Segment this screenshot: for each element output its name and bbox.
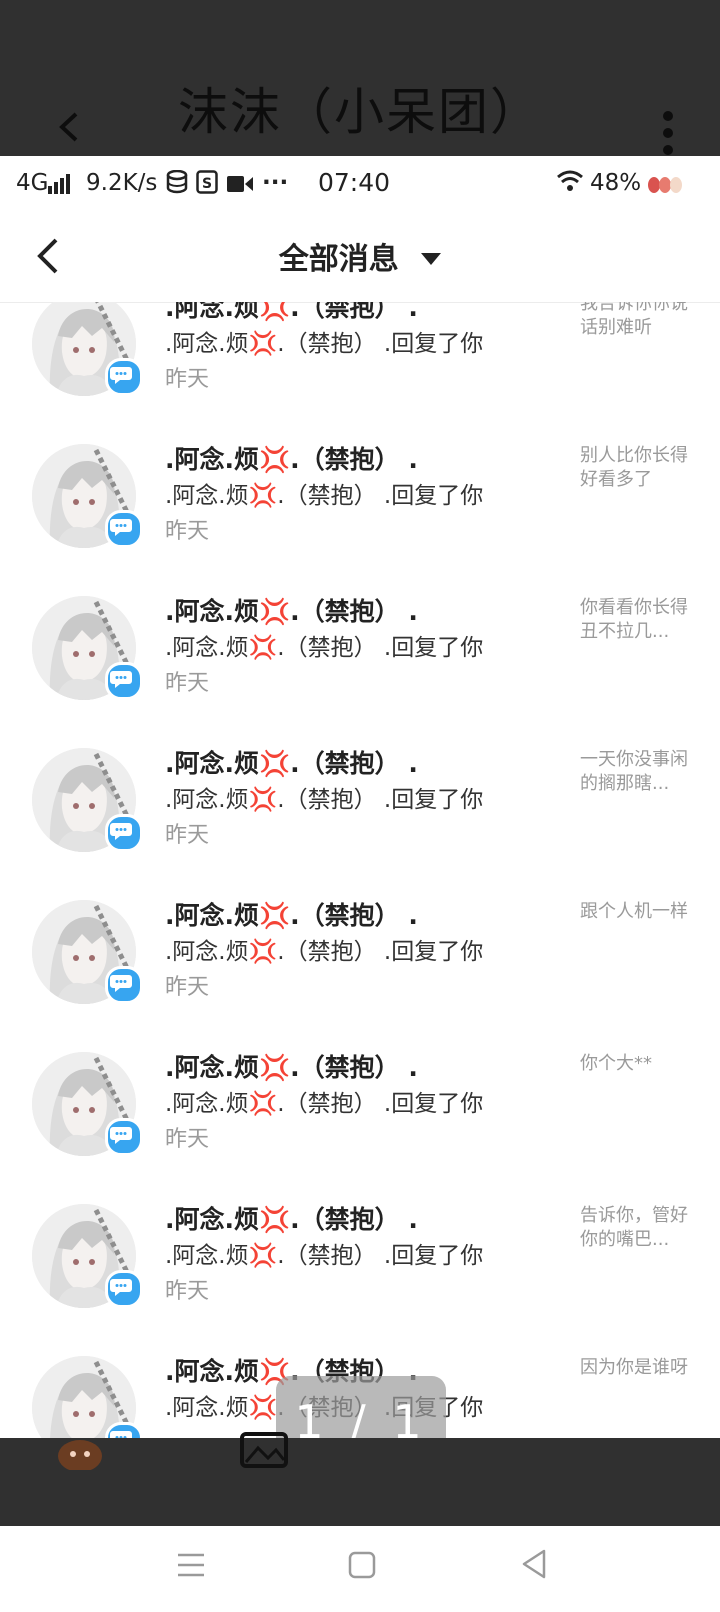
message-item[interactable]: .阿念.烦💢.（禁抱） . .阿念.烦💢.（禁抱） .回复了你 昨天 别人比你长… [0,444,720,600]
reply-notice: .阿念.烦💢.（禁抱） .回复了你 [165,1091,484,1117]
wifi-icon [556,170,584,200]
message-time: 昨天 [165,1127,210,1152]
reply-notice: .阿念.烦💢.（禁抱） .回复了你 [165,787,484,813]
message-time: 昨天 [165,367,210,392]
reply-notice: .阿念.烦💢.（禁抱） .回复了你 [165,939,484,965]
sender-name[interactable]: .阿念.烦💢.（禁抱） . [165,898,418,934]
more-notifications: ··· [262,170,289,196]
system-nav-bar [0,1526,720,1612]
message-time: 昨天 [165,519,210,544]
data-saver-icon [166,169,188,202]
comment-preview[interactable]: 跟个人机一样 [580,900,690,924]
message-item[interactable]: .阿念.烦💢.（禁抱） . .阿念.烦💢.（禁抱） .回复了你 昨天 你看看你长… [0,596,720,752]
network-speed: 9.2K/s [86,170,158,196]
message-time: 昨天 [165,1279,210,1304]
reply-notice: .阿念.烦💢.（禁抱） .回复了你 [165,331,484,357]
comment-preview[interactable]: 别人比你长得好看多了 [580,444,690,492]
sender-name[interactable]: .阿念.烦💢.（禁抱） . [165,746,418,782]
viewer-title: 沫沫（小呆团） [178,83,542,141]
comment-badge-icon [105,1118,143,1156]
battery-icon [646,172,686,202]
comment-badge-icon [105,510,143,548]
comment-badge-icon [105,1270,143,1308]
viewer-back-icon[interactable] [52,110,86,144]
image-icon[interactable] [240,1432,288,1468]
network-type: 4G [16,170,49,196]
battery-percent: 48% [590,170,642,196]
nav-header: 全部消息 [0,212,720,303]
more-options-icon[interactable] [660,110,676,156]
comment-preview[interactable]: 我告诉你你说话别难听 [580,302,690,340]
message-item[interactable]: .阿念.烦💢.（禁抱） . .阿念.烦💢.（禁抱） .回复了你 昨天 跟个人机一… [0,900,720,1056]
clock: 07:40 [318,168,391,197]
video-icon [226,172,254,202]
reply-notice: .阿念.烦💢.（禁抱） .回复了你 [165,1243,484,1269]
message-time: 昨天 [165,823,210,848]
sender-name[interactable]: .阿念.烦💢.（禁抱） . [165,1202,418,1238]
viewer-bottom-bar [0,1432,720,1526]
comment-badge-icon [105,1422,143,1438]
status-bar: 4G 9.2K/s S ··· 07:40 48% [0,156,720,212]
sender-name[interactable]: .阿念.烦💢.（禁抱） . [165,442,418,478]
page-title: 全部消息 [278,242,399,277]
message-item[interactable]: .阿念.烦💢.（禁抱） . .阿念.烦💢.（禁抱） .回复了你 昨天 你个大** [0,1052,720,1208]
comment-preview[interactable]: 你看看你长得丑不拉几... [580,596,690,644]
message-item[interactable]: .阿念.烦💢.（禁抱） . .阿念.烦💢.（禁抱） .回复了你 昨天 一天你没事… [0,748,720,904]
signal-icon [48,172,72,202]
reply-notice: .阿念.烦💢.（禁抱） .回复了你 [165,483,484,509]
comment-preview[interactable]: 告诉你，管好你的嘴巴... [580,1204,690,1252]
back-nav-icon[interactable] [520,1548,548,1580]
comment-preview[interactable]: 一天你没事闲的搁那瞎... [580,748,690,796]
comment-badge-icon [105,966,143,1004]
message-time: 昨天 [165,671,210,696]
avatar-thumbnail-icon[interactable] [56,1434,104,1472]
comment-badge-icon [105,662,143,700]
comment-preview[interactable]: 你个大** [580,1052,690,1076]
comment-badge-icon [105,814,143,852]
reply-notice: .阿念.烦💢.（禁抱） .回复了你 [165,635,484,661]
message-list: .阿念.烦💢.（禁抱） . .阿念.烦💢.（禁抱） .回复了你 昨天 我告诉你你… [0,302,720,1438]
comment-preview[interactable]: 因为你是谁呀 [580,1356,690,1380]
caret-down-icon [421,234,442,278]
svg-text:S: S [202,176,212,192]
message-item[interactable]: .阿念.烦💢.（禁抱） . .阿念.烦💢.（禁抱） .回复了你 昨天 我告诉你你… [0,302,720,448]
sender-name[interactable]: .阿念.烦💢.（禁抱） . [165,302,418,326]
sender-name[interactable]: .阿念.烦💢.（禁抱） . [165,594,418,630]
home-icon[interactable] [348,1550,376,1580]
sender-name[interactable]: .阿念.烦💢.（禁抱） . [165,1050,418,1086]
message-item[interactable]: .阿念.烦💢.（禁抱） . .阿念.烦💢.（禁抱） .回复了你 昨天 告诉你，管… [0,1204,720,1360]
comment-badge-icon [105,358,143,396]
message-time: 昨天 [165,975,210,1000]
menu-icon[interactable] [176,1550,206,1580]
message-filter-dropdown[interactable]: 全部消息 [0,234,720,282]
s-app-icon: S [196,170,218,202]
